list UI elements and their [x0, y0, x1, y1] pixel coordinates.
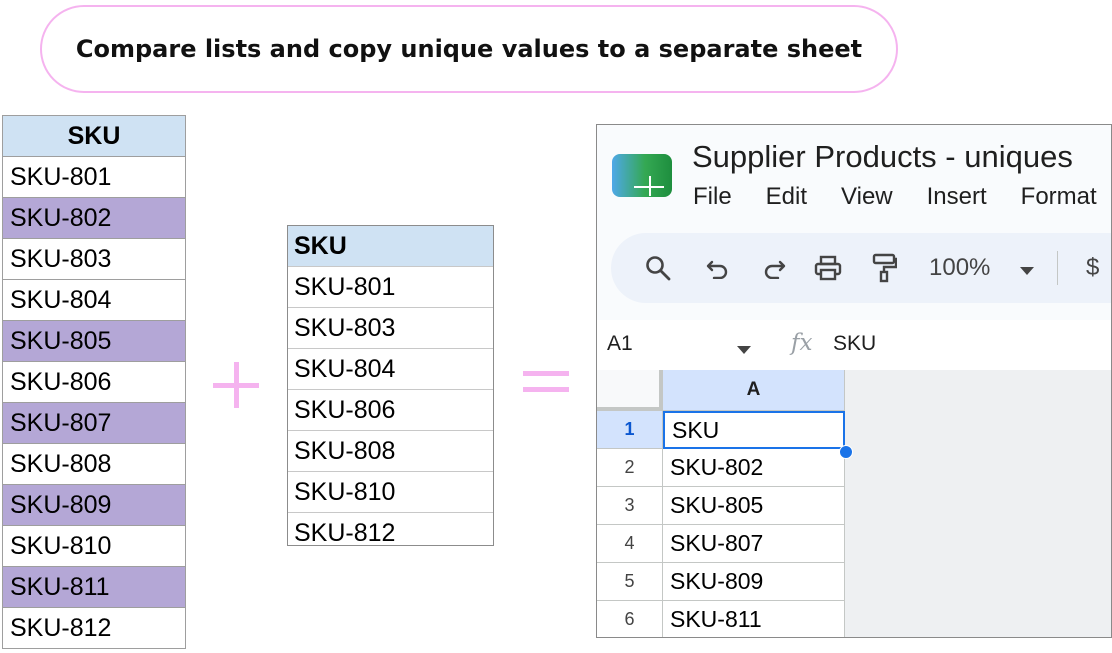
banner-text: Compare lists and copy unique values to …: [75, 35, 863, 63]
sku-list-1: SKU SKU-801 SKU-802 SKU-803 SKU-804 SKU-…: [2, 115, 186, 649]
name-box[interactable]: A1: [607, 332, 633, 356]
currency-format-button[interactable]: $: [1086, 233, 1099, 303]
list1-cell-unique: SKU-807: [2, 402, 186, 444]
column-header-a[interactable]: A: [663, 370, 845, 411]
menu-bar: File Edit View Insert Format: [693, 183, 1111, 211]
list2-cell: SKU-808: [288, 431, 493, 472]
row-header[interactable]: 2: [597, 449, 663, 487]
list2-header: SKU: [288, 226, 493, 267]
zoom-value: 100%: [929, 254, 991, 281]
sheets-header: Supplier Products - uniques File Edit Vi…: [597, 125, 1111, 320]
redo-icon[interactable]: [757, 233, 791, 303]
cell[interactable]: SKU-807: [663, 525, 845, 563]
row-header[interactable]: 6: [597, 601, 663, 637]
undo-icon[interactable]: [701, 233, 735, 303]
search-icon[interactable]: [641, 233, 675, 303]
list2-cell: SKU-804: [288, 349, 493, 390]
toolbar-divider: [1057, 251, 1058, 285]
list2-cell: SKU-810: [288, 472, 493, 513]
sku-list-2: SKU SKU-801 SKU-803 SKU-804 SKU-806 SKU-…: [287, 225, 494, 546]
fx-icon: fx: [791, 330, 813, 356]
paint-format-icon[interactable]: [867, 233, 901, 303]
menu-insert[interactable]: Insert: [927, 183, 987, 211]
row-header[interactable]: 1: [597, 411, 663, 449]
toolbar: 100% $: [611, 233, 1111, 303]
row-header[interactable]: 4: [597, 525, 663, 563]
list1-cell: SKU-801: [2, 156, 186, 198]
cell[interactable]: SKU-811: [663, 601, 845, 637]
title-banner: Compare lists and copy unique values to …: [40, 5, 898, 93]
cell[interactable]: SKU-809: [663, 563, 845, 601]
zoom-select[interactable]: 100%: [929, 233, 1035, 303]
menu-edit[interactable]: Edit: [766, 183, 807, 211]
select-all-corner[interactable]: [597, 370, 663, 411]
print-icon[interactable]: [811, 233, 845, 303]
row-header[interactable]: 3: [597, 487, 663, 525]
name-box-chevron-icon[interactable]: [737, 341, 751, 359]
list2-cell: SKU-812: [288, 513, 493, 546]
chevron-down-icon: [1020, 254, 1035, 282]
row-header[interactable]: 5: [597, 563, 663, 601]
list1-cell: SKU-806: [2, 361, 186, 403]
document-title[interactable]: Supplier Products - uniques: [692, 139, 1073, 175]
currency-label: $: [1086, 254, 1100, 281]
list1-cell: SKU-804: [2, 279, 186, 321]
list1-cell-unique: SKU-811: [2, 566, 186, 608]
formula-input[interactable]: SKU: [833, 332, 876, 356]
sheets-window: Supplier Products - uniques File Edit Vi…: [596, 124, 1112, 638]
menu-format[interactable]: Format: [1021, 183, 1097, 211]
menu-file[interactable]: File: [693, 183, 732, 211]
cell[interactable]: SKU-802: [663, 449, 845, 487]
sheets-logo-icon[interactable]: [612, 154, 672, 197]
list2-cell: SKU-801: [288, 267, 493, 308]
list1-cell: SKU-810: [2, 525, 186, 567]
fill-handle[interactable]: [839, 445, 853, 459]
list1-cell: SKU-803: [2, 238, 186, 280]
list1-header: SKU: [2, 115, 186, 157]
list1-cell: SKU-808: [2, 443, 186, 485]
formula-bar: A1 fx SKU: [597, 320, 1111, 370]
list2-cell: SKU-806: [288, 390, 493, 431]
list1-cell-unique: SKU-802: [2, 197, 186, 239]
menu-view[interactable]: View: [841, 183, 893, 211]
spreadsheet-grid: A 1 SKU 2 SKU-802 3 SKU-805 4 SKU-807 5 …: [597, 370, 1111, 637]
cell[interactable]: SKU-805: [663, 487, 845, 525]
list1-cell-unique: SKU-809: [2, 484, 186, 526]
cell-a1[interactable]: SKU: [663, 411, 845, 449]
list2-cell: SKU-803: [288, 308, 493, 349]
list1-cell-unique: SKU-805: [2, 320, 186, 362]
list1-cell: SKU-812: [2, 607, 186, 649]
